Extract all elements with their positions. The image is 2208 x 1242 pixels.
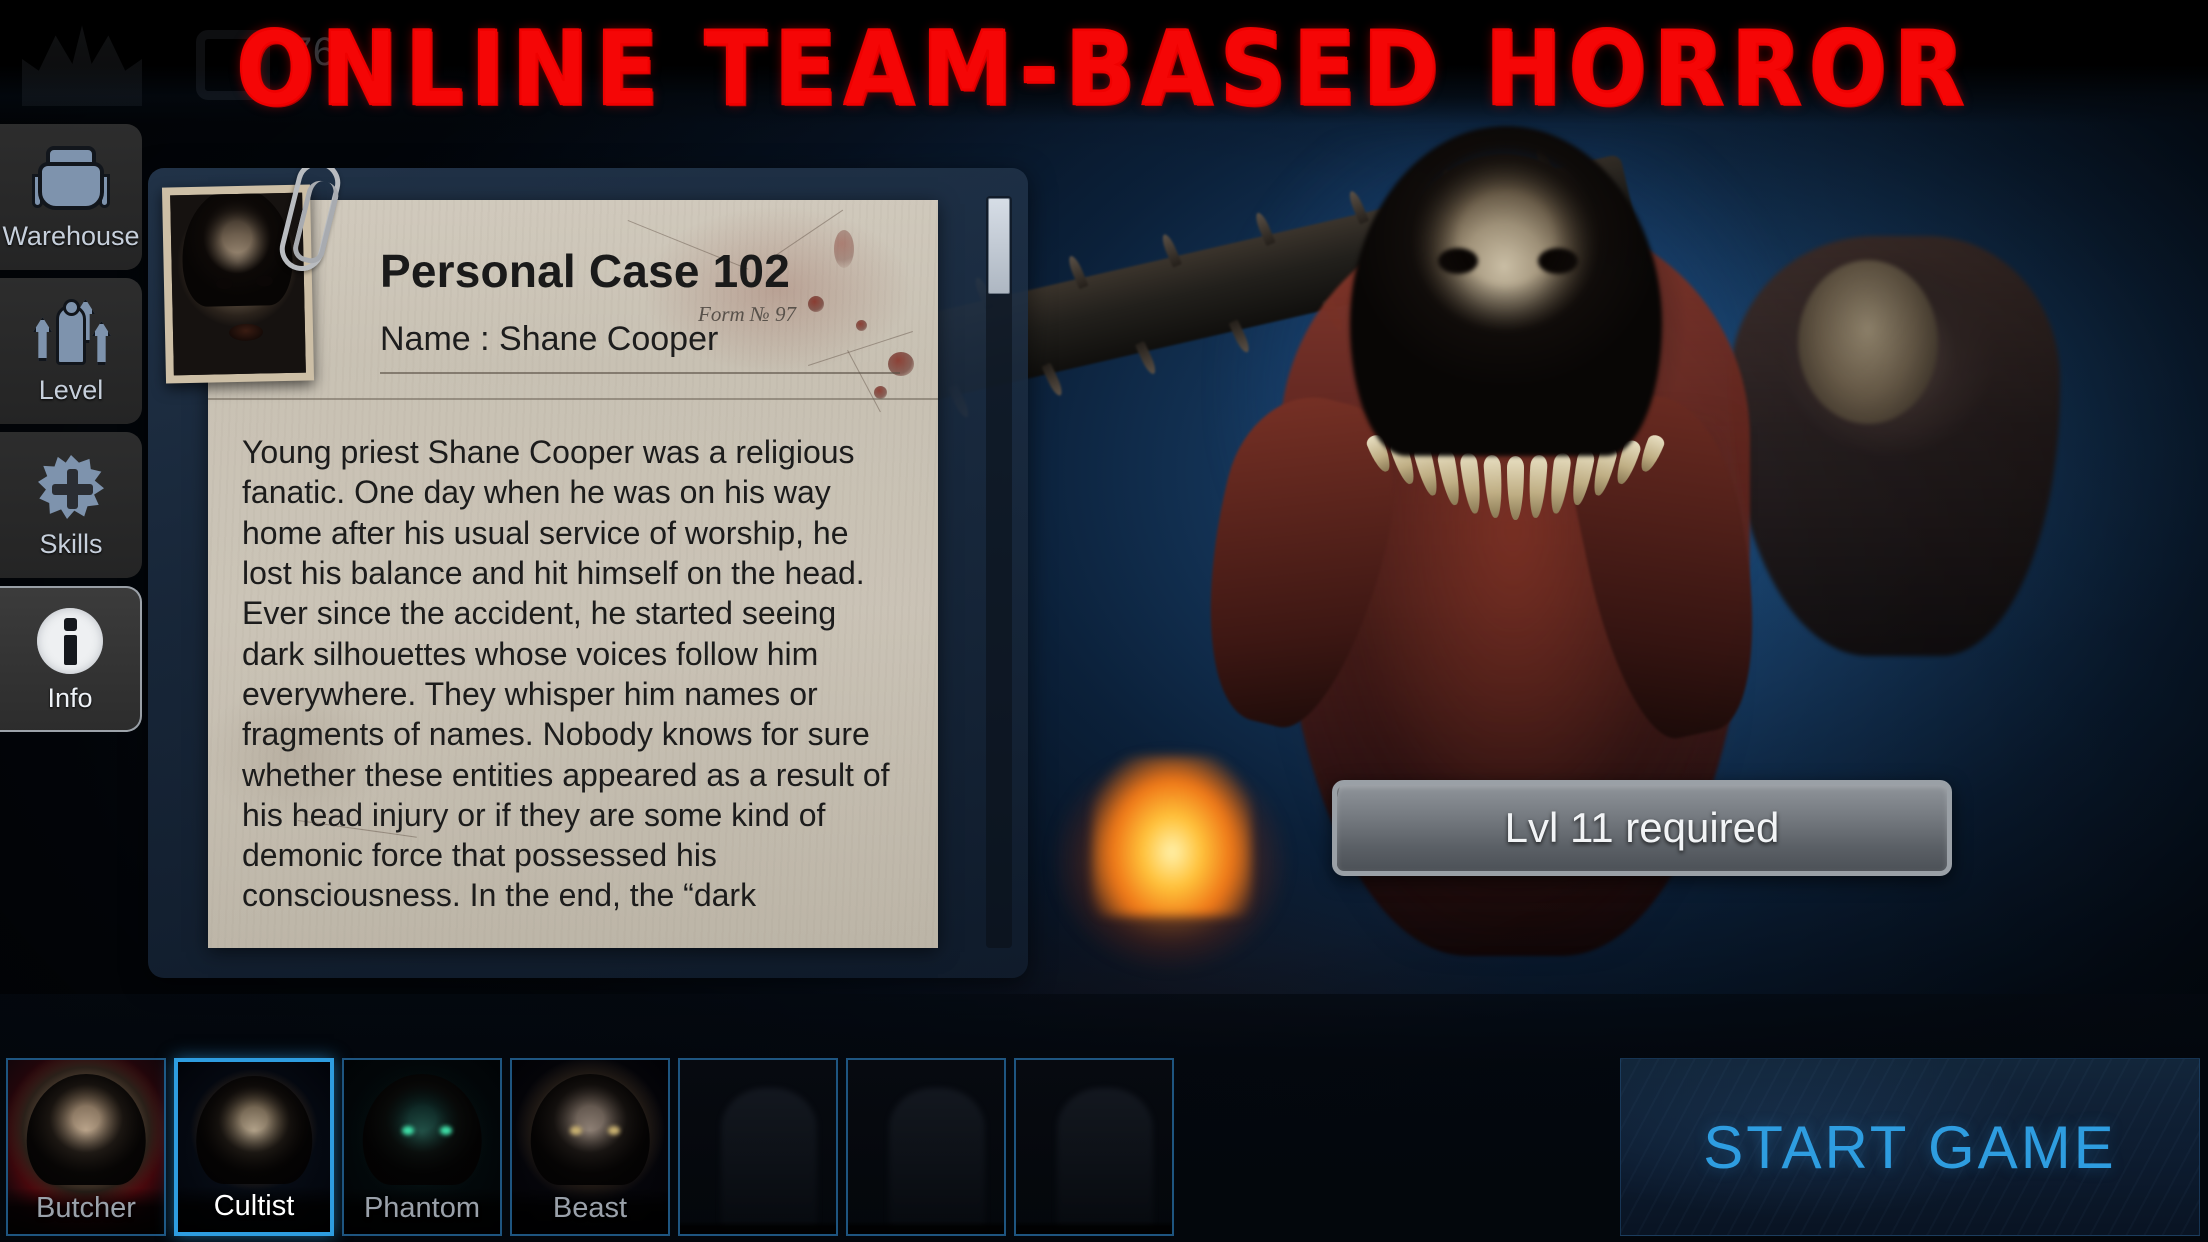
character-info-panel: Personal Case 102 Form № 97 Name : Shane…	[148, 168, 1028, 978]
character-slot-locked[interactable]	[846, 1058, 1006, 1236]
character-slot-locked[interactable]	[678, 1058, 838, 1236]
text-fade-overlay	[208, 908, 938, 948]
character-slot-label	[848, 1221, 1004, 1234]
character-select-bar: Butcher Cultist Phantom Beast START GAME	[0, 994, 2208, 1242]
sidebar-label-warehouse: Warehouse	[2, 221, 140, 251]
silhouette-icon	[888, 1087, 986, 1234]
start-game-label: START GAME	[1703, 1113, 2117, 1181]
character-slot-cultist[interactable]: Cultist	[174, 1058, 334, 1236]
sidebar-item-warehouse[interactable]: Warehouse	[0, 124, 142, 270]
sidebar-item-info[interactable]: Info	[0, 586, 142, 732]
character-slot-label: Phantom	[344, 1188, 500, 1234]
sidebar-item-skills[interactable]: Skills	[0, 432, 142, 578]
sidebar-label-level: Level	[38, 375, 104, 405]
character-slot-label	[1016, 1221, 1172, 1234]
silhouette-icon	[1056, 1087, 1154, 1234]
character-slot-butcher[interactable]: Butcher	[6, 1058, 166, 1236]
character-slot-beast[interactable]: Beast	[510, 1058, 670, 1236]
backpack-icon	[32, 142, 110, 216]
scrollbar-thumb[interactable]	[988, 198, 1010, 294]
case-description-text: Young priest Shane Cooper was a religiou…	[242, 434, 890, 914]
case-file-sheet: Personal Case 102 Form № 97 Name : Shane…	[208, 200, 938, 948]
character-slot-label: Butcher	[8, 1188, 164, 1234]
glowing-eye	[570, 1126, 582, 1135]
glowing-eye	[402, 1126, 414, 1135]
level-requirement-text: Lvl 11 required	[1504, 804, 1780, 851]
info-circle-icon	[31, 604, 109, 678]
case-description-scroll[interactable]: Young priest Shane Cooper was a religiou…	[242, 432, 902, 932]
glowing-eye	[608, 1126, 620, 1135]
case-scrollbar[interactable]	[986, 196, 1012, 948]
silhouette-icon	[720, 1087, 818, 1234]
character-slot-label: Cultist	[178, 1186, 330, 1232]
case-title: Personal Case 102	[380, 245, 790, 297]
character-slot-label: Beast	[512, 1188, 668, 1234]
sidebar-item-level[interactable]: Level	[0, 278, 142, 424]
character-slot-locked[interactable]	[1014, 1058, 1174, 1236]
sidebar-label-info: Info	[47, 683, 93, 713]
character-slot-label	[680, 1221, 836, 1234]
game-tagline: ONLINE TEAM-BASED HORROR	[235, 9, 1972, 129]
sidebar-label-skills: Skills	[39, 529, 103, 559]
glowing-eye	[440, 1126, 452, 1135]
level-up-icon	[32, 296, 111, 370]
case-character-name: Name : Shane Cooper	[380, 320, 719, 358]
character-slot-phantom[interactable]: Phantom	[342, 1058, 502, 1236]
start-game-button[interactable]: START GAME	[1620, 1058, 2200, 1236]
portrait-mouth	[228, 323, 264, 342]
game-screen: 76 ONLINE TEAM-BASED HORROR Warehouse Le…	[0, 0, 2208, 1242]
main-nav-sidebar: Warehouse Level Skills Info	[0, 124, 142, 740]
level-requirement-banner: Lvl 11 required	[1332, 780, 1952, 876]
portrait-hair	[180, 192, 294, 307]
name-underline	[380, 372, 900, 374]
skill-splat-icon	[32, 450, 110, 524]
